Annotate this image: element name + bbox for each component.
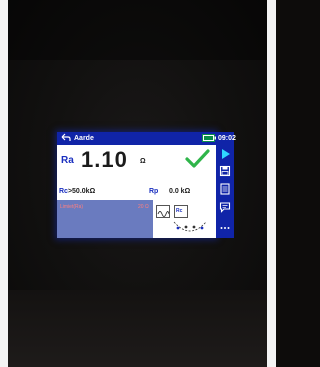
ra-unit: Ω — [140, 158, 146, 165]
title-bar: Aarde — [57, 132, 216, 145]
rc-value: >50.0 — [67, 188, 86, 195]
results-list-icon[interactable] — [219, 183, 231, 195]
save-icon[interactable] — [219, 165, 231, 177]
instrument-screen: Aarde Ra 1.10 Ω Rc>50.0kΩ Rp 0.0 kΩ Limi… — [57, 132, 216, 238]
photo-dark-area — [8, 0, 267, 60]
photo-left-border — [0, 0, 8, 367]
limit-value: 20 Ω — [138, 204, 149, 210]
photo-lower-area — [8, 290, 267, 367]
rc-readout: Rc>50.0kΩ — [59, 188, 95, 195]
more-options-icon[interactable] — [219, 221, 231, 233]
start-test-icon[interactable] — [219, 148, 231, 160]
rp-label: Rp — [149, 188, 159, 195]
rc-unit: kΩ — [85, 188, 96, 195]
rc-icon-label: Rc — [176, 208, 183, 214]
rp-value: 0.0 kΩ — [169, 188, 191, 195]
title-bar-right: 09:02 — [216, 132, 236, 145]
comment-icon[interactable] — [219, 201, 231, 213]
side-toolbar — [216, 145, 234, 238]
battery-icon — [202, 134, 216, 142]
ra-label: Ra — [61, 155, 74, 166]
screen-title: Aarde — [74, 135, 94, 142]
probe-connection-diagram-icon — [173, 221, 207, 232]
photo-right-border — [267, 0, 276, 367]
rc-label: Rc — [59, 188, 68, 195]
pass-check-icon — [185, 149, 210, 168]
measurement-panel: Ra 1.10 Ω Rc>50.0kΩ Rp 0.0 kΩ Limiet(Ra)… — [57, 145, 216, 238]
limit-label: Limiet(Ra) — [60, 204, 84, 210]
rc-settings-icon[interactable]: Rc — [174, 205, 188, 218]
waveform-icon[interactable] — [156, 205, 170, 218]
limit-panel[interactable]: Limiet(Ra) 20 Ω — [57, 200, 153, 238]
back-arrow-icon[interactable] — [61, 133, 71, 143]
sine-wave-icon — [157, 211, 170, 217]
clock-time: 09:02 — [218, 135, 236, 142]
ra-value: 1.10 — [81, 147, 128, 172]
